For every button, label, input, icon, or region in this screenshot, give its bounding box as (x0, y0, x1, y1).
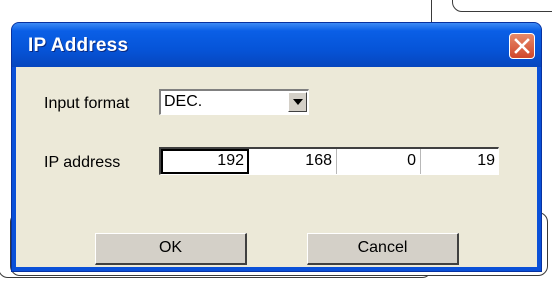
close-button[interactable] (509, 33, 535, 59)
dialog-title: IP Address (28, 35, 129, 56)
background-window-right (452, 0, 552, 12)
dropdown-button[interactable] (288, 92, 307, 112)
input-format-select[interactable]: DEC. (159, 89, 309, 115)
chevron-down-icon (293, 99, 303, 105)
ip-address-label: IP address (44, 154, 121, 171)
ip-address-field[interactable]: 192 168 0 19 (159, 147, 499, 175)
ip-octet-4[interactable]: 19 (421, 149, 499, 174)
dialog-client-area: Input format DEC. IP address 192 168 0 1… (16, 67, 537, 267)
cancel-button[interactable]: Cancel (307, 233, 459, 265)
ip-octet-1[interactable]: 192 (161, 149, 249, 174)
title-bar[interactable]: IP Address (12, 23, 541, 67)
ok-button[interactable]: OK (95, 233, 247, 265)
ip-address-dialog: IP Address Input format DEC. IP address … (12, 23, 541, 271)
close-icon (514, 38, 530, 54)
input-format-value: DEC. (164, 93, 203, 110)
input-format-label: Input format (44, 95, 130, 112)
ip-octet-3[interactable]: 0 (337, 149, 421, 174)
ip-octet-2[interactable]: 168 (249, 149, 337, 174)
